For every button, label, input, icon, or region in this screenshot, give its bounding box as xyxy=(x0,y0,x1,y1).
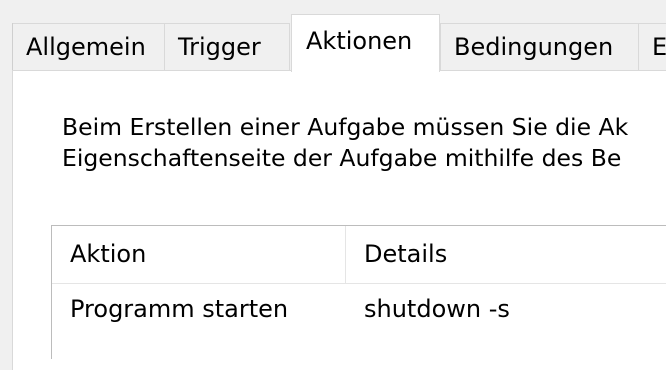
tab-label: Allgemein xyxy=(26,33,146,61)
row-action-cell: Programm starten xyxy=(70,295,289,323)
tab-bedingungen[interactable]: Bedingungen xyxy=(440,23,639,70)
tab-label: Trigger xyxy=(178,33,261,61)
column-header-aktion[interactable]: Aktion xyxy=(52,226,345,283)
tab-aktionen[interactable]: Aktionen xyxy=(291,14,440,72)
row-details-cell: shutdown -s xyxy=(364,295,510,323)
tab-trigger[interactable]: Trigger xyxy=(164,23,290,70)
tab-einstellungen[interactable]: E xyxy=(638,23,666,70)
column-header-details[interactable]: Details xyxy=(346,226,666,283)
tab-allgemein[interactable]: Allgemein xyxy=(12,23,165,70)
tab-label: E xyxy=(652,33,666,61)
table-header: Aktion Details xyxy=(52,226,666,284)
tab-label: Bedingungen xyxy=(454,33,614,61)
tab-label: Aktionen xyxy=(306,27,413,55)
description-text: Beim Erstellen einer Aufgabe müssen Sie … xyxy=(62,112,666,174)
description-line: Eigenschaftenseite der Aufgabe mithilfe … xyxy=(62,144,622,172)
description-line: Beim Erstellen einer Aufgabe müssen Sie … xyxy=(62,113,629,141)
actions-table: Aktion Details Programm starten shutdown… xyxy=(51,225,666,359)
tab-strip: Allgemein Trigger Bedingungen E Aktionen xyxy=(0,0,666,72)
